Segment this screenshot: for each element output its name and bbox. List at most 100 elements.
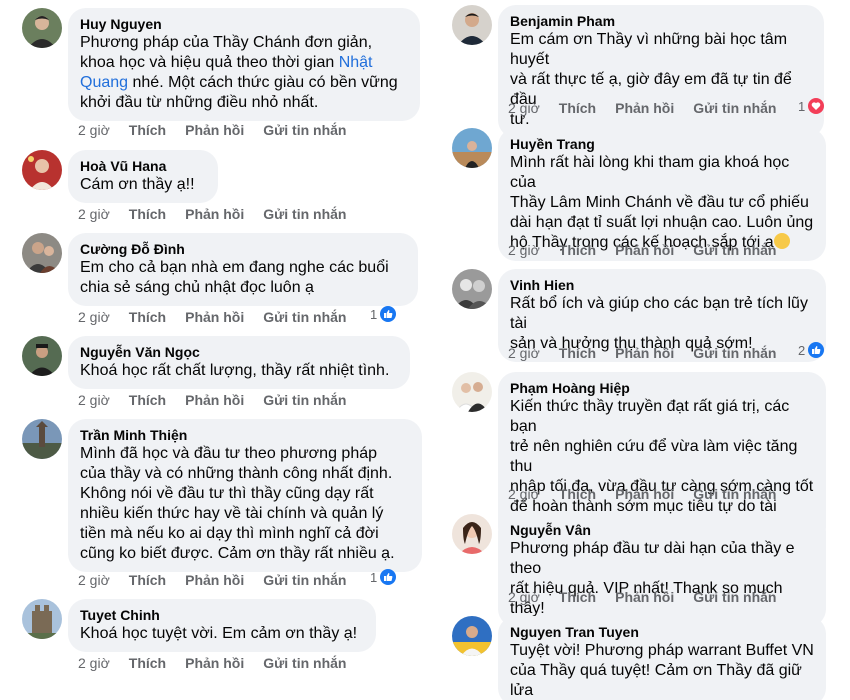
like-action[interactable]: Thích — [559, 486, 596, 502]
comment-time[interactable]: 2 giờ — [508, 242, 540, 258]
comment-actions: 2 giờ Thích Phản hồi Gửi tin nhắn — [508, 100, 795, 116]
comment-author[interactable]: Nguyễn Văn Ngọc — [80, 343, 398, 361]
comment-time[interactable]: 2 giờ — [78, 655, 110, 671]
message-action[interactable]: Gửi tin nhắn — [263, 309, 346, 325]
reaction-count[interactable]: 1 — [370, 306, 397, 322]
comment-author[interactable]: Hoà Vũ Hana — [80, 157, 206, 175]
like-action[interactable]: Thích — [559, 100, 596, 116]
reply-action[interactable]: Phản hồi — [615, 242, 674, 258]
avatar[interactable] — [22, 233, 62, 273]
comment-bubble: Cường Đỗ Đình Em cho cả bạn nhà em đang … — [68, 233, 418, 306]
comment-line: nhiều kiến thức hay về tài chính và quản… — [80, 505, 384, 522]
comment-author[interactable]: Benjamin Pham — [510, 12, 812, 30]
like-action[interactable]: Thích — [129, 309, 166, 325]
reaction-number: 2 — [798, 342, 806, 358]
avatar[interactable] — [22, 8, 62, 48]
comment-bubble: Tuyet Chinh Khoá học tuyệt vời. Em cảm ơ… — [68, 599, 376, 652]
reply-action[interactable]: Phản hồi — [185, 122, 244, 138]
reaction-count[interactable]: 2 — [798, 342, 825, 358]
comment-text: Tuyệt vời! Phương pháp warrant Buffet VN… — [510, 641, 814, 700]
comment-time[interactable]: 2 giờ — [78, 206, 110, 222]
message-action[interactable]: Gửi tin nhắn — [263, 122, 346, 138]
comment-line: chia sẻ sáng chủ nhật đọc luôn ạ — [80, 279, 314, 296]
comment-text: Khoá học rất chất lượng, thầy rất nhiệt … — [80, 362, 390, 379]
message-action[interactable]: Gửi tin nhắn — [693, 589, 776, 605]
comment-author[interactable]: Tuyet Chinh — [80, 606, 364, 624]
like-icon — [380, 569, 397, 585]
comment-bubble: Nguyễn Vân Phương pháp đầu tư dài hạn củ… — [498, 514, 826, 627]
comment-actions: 2 giờ Thích Phản hồi Gửi tin nhắn — [78, 392, 365, 408]
comment-author[interactable]: Trần Minh Thiện — [80, 426, 410, 444]
reply-action[interactable]: Phản hồi — [185, 392, 244, 408]
comment-author[interactable]: Nguyen Tran Tuyen — [510, 623, 814, 641]
comment-time[interactable]: 2 giờ — [508, 486, 540, 502]
reaction-number: 1 — [798, 98, 806, 114]
comment-actions: 2 giờ Thích Phản hồi Gửi tin nhắn — [78, 122, 365, 138]
avatar[interactable] — [452, 5, 492, 45]
mention-link[interactable]: Quang — [80, 74, 128, 91]
comment-author[interactable]: Cường Đỗ Đình — [80, 240, 406, 258]
comment-bubble: Nguyen Tran Tuyen Tuyệt vời! Phương pháp… — [498, 616, 826, 700]
avatar[interactable] — [22, 419, 62, 459]
comment-author[interactable]: Vinh Hien — [510, 276, 814, 294]
reply-action[interactable]: Phản hồi — [185, 655, 244, 671]
avatar[interactable] — [452, 269, 492, 309]
comment-time[interactable]: 2 giờ — [508, 589, 540, 605]
comment-actions: 2 giờ Thích Phản hồi Gửi tin nhắn — [78, 206, 365, 222]
like-action[interactable]: Thích — [559, 242, 596, 258]
reply-action[interactable]: Phản hồi — [185, 572, 244, 588]
reply-action[interactable]: Phản hồi — [185, 206, 244, 222]
comment-line: dài hạn đạt tỉ suất lợi nhuận cao. Luôn … — [510, 214, 814, 231]
comment-author[interactable]: Huy Nguyen — [80, 15, 408, 33]
comment-time[interactable]: 2 giờ — [508, 100, 540, 116]
comment-time[interactable]: 2 giờ — [78, 392, 110, 408]
comment-text: Phương pháp đầu tư dài hạn của thầy e th… — [510, 539, 814, 619]
like-action[interactable]: Thích — [559, 345, 596, 361]
reply-action[interactable]: Phản hồi — [615, 345, 674, 361]
avatar[interactable] — [452, 128, 492, 168]
comment-time[interactable]: 2 giờ — [78, 122, 110, 138]
message-action[interactable]: Gửi tin nhắn — [693, 486, 776, 502]
reply-action[interactable]: Phản hồi — [615, 486, 674, 502]
like-action[interactable]: Thích — [559, 589, 596, 605]
mention-link[interactable]: Nhật — [339, 54, 373, 71]
avatar[interactable] — [22, 599, 62, 639]
comment-text: Em cho cả bạn nhà em đang nghe các buổi … — [80, 258, 406, 298]
comment-author[interactable]: Phạm Hoàng Hiệp — [510, 379, 814, 397]
message-action[interactable]: Gửi tin nhắn — [263, 206, 346, 222]
comment-line: của thầy và có những thành công nhất địn… — [80, 465, 393, 482]
reply-action[interactable]: Phản hồi — [185, 309, 244, 325]
comment-line: Mình rất hài lòng khi tham gia khoá học … — [510, 154, 790, 191]
like-action[interactable]: Thích — [129, 392, 166, 408]
like-action[interactable]: Thích — [129, 122, 166, 138]
avatar[interactable] — [452, 514, 492, 554]
comment-bubble: Trần Minh Thiện Mình đã học và đầu tư th… — [68, 419, 422, 572]
comment-line: Thầy Lâm Minh Chánh về đầu tư cổ phiếu — [510, 194, 809, 211]
message-action[interactable]: Gửi tin nhắn — [693, 242, 776, 258]
reaction-count[interactable]: 1 — [370, 569, 397, 585]
comment-author[interactable]: Nguyễn Vân — [510, 521, 814, 539]
message-action[interactable]: Gửi tin nhắn — [263, 572, 346, 588]
comment-line: của Thầy quá tuyệt! Cảm ơn Thầy đã giữ l… — [510, 662, 802, 699]
avatar[interactable] — [22, 336, 62, 376]
message-action[interactable]: Gửi tin nhắn — [693, 100, 776, 116]
reply-action[interactable]: Phản hồi — [615, 589, 674, 605]
comment-time[interactable]: 2 giờ — [78, 572, 110, 588]
like-action[interactable]: Thích — [129, 572, 166, 588]
avatar[interactable] — [452, 372, 492, 412]
comment-bubble: Nguyễn Văn Ngọc Khoá học rất chất lượng,… — [68, 336, 410, 389]
comment-time[interactable]: 2 giờ — [508, 345, 540, 361]
comment-author[interactable]: Huyền Trang — [510, 135, 814, 153]
comment-time[interactable]: 2 giờ — [78, 309, 110, 325]
message-action[interactable]: Gửi tin nhắn — [263, 655, 346, 671]
comment-bubble: Benjamin Pham Em cám ơn Thầy vì những bà… — [498, 5, 824, 138]
avatar[interactable] — [22, 150, 62, 190]
reply-action[interactable]: Phản hồi — [615, 100, 674, 116]
message-action[interactable]: Gửi tin nhắn — [263, 392, 346, 408]
message-action[interactable]: Gửi tin nhắn — [693, 345, 776, 361]
like-action[interactable]: Thích — [129, 655, 166, 671]
avatar[interactable] — [452, 616, 492, 656]
reaction-count[interactable]: 1 — [798, 98, 825, 114]
like-icon — [380, 306, 397, 322]
like-action[interactable]: Thích — [129, 206, 166, 222]
